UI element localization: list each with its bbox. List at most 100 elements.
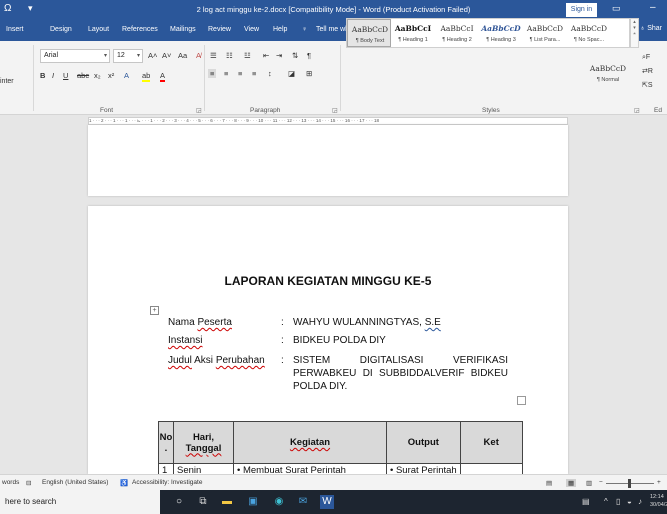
style-list-paragraph[interactable]: AaBbCcD ¶ List Para... <box>523 19 567 47</box>
tab-view[interactable]: View <box>244 26 259 33</box>
align-center-icon[interactable]: ≡ <box>224 69 228 78</box>
shading-icon[interactable]: ◪ <box>288 69 295 78</box>
borders-icon[interactable]: ⊞ <box>306 69 312 78</box>
taskbar-search[interactable]: here to search <box>0 490 160 514</box>
multilevel-list-icon[interactable]: ☳ <box>244 51 251 60</box>
style-name: ¶ No Spac... <box>573 37 605 43</box>
style-heading-1[interactable]: AaBbCcI ¶ Heading 1 <box>391 19 435 47</box>
increase-indent-icon[interactable]: ⇥ <box>276 51 282 60</box>
cell-ket[interactable] <box>459 463 523 474</box>
horizontal-ruler[interactable]: 1 · · · 2 · · · 1 · · · 1 · · · ⊾ · · · … <box>88 117 568 125</box>
strikethrough-button[interactable]: abc <box>77 71 89 80</box>
field-colon: : <box>281 317 284 328</box>
chevron-up-icon[interactable]: ^ <box>604 497 608 506</box>
dialog-launcher-icon[interactable]: ◲ <box>196 107 202 114</box>
language-status[interactable]: English (United States) <box>42 479 108 486</box>
edge-icon[interactable]: ◉ <box>272 495 286 509</box>
tab-layout[interactable]: Layout <box>88 26 109 33</box>
page-current[interactable]: LAPORAN KEGIATAN MINGGU KE-5 + Nama Pese… <box>88 206 568 474</box>
mail-icon[interactable]: ✉ <box>296 495 310 509</box>
cell-no[interactable]: 1 <box>158 463 174 474</box>
tab-mailings[interactable]: Mailings <box>170 26 196 33</box>
cell-hari[interactable]: Senin <box>173 463 234 474</box>
more-styles-icon[interactable]: ⩡ <box>631 31 638 37</box>
share-button[interactable]: ♁ Shar <box>640 25 662 32</box>
shrink-font-button[interactable]: A˅ <box>162 51 171 60</box>
dialog-launcher-icon[interactable]: ◲ <box>634 107 640 114</box>
dialog-launcher-icon[interactable]: ◲ <box>332 107 338 114</box>
decrease-indent-icon[interactable]: ⇤ <box>263 51 269 60</box>
underline-button[interactable]: U <box>63 71 68 80</box>
volume-icon[interactable]: ♪ <box>638 497 642 506</box>
store-icon[interactable]: ▣ <box>246 495 260 509</box>
minimize-button[interactable]: – <box>650 2 656 13</box>
find-button[interactable]: ⌕F <box>642 54 650 62</box>
judul-line-2: PERWABKEU DI SUBBIDDALVERIF BIDKEU <box>293 368 508 379</box>
grow-font-button[interactable]: A˄ <box>148 51 157 60</box>
align-left-icon[interactable]: ≡ <box>208 69 217 78</box>
zoom-in-button[interactable]: + <box>657 479 661 486</box>
print-layout-icon[interactable]: ▦ <box>566 479 577 487</box>
style-body-text[interactable]: AaBbCcD ¶ Body Text <box>347 19 391 47</box>
task-view-icon[interactable]: ⧉ <box>196 495 210 509</box>
font-name-select[interactable]: Arial ▾ <box>40 49 110 63</box>
font-size-select[interactable]: 12 ▾ <box>113 49 143 63</box>
bullets-icon[interactable]: ☰ <box>210 51 217 60</box>
network-icon[interactable]: ◒ <box>627 497 632 506</box>
cell-output[interactable]: • Surat Perintah <box>386 463 461 474</box>
zoom-slider-thumb[interactable] <box>628 479 631 488</box>
taskbar-clock[interactable]: 12:14 30/04/2 <box>650 493 667 509</box>
font-color-button[interactable]: A <box>160 71 166 82</box>
format-painter-button[interactable]: inter <box>0 78 14 85</box>
highlight-color-button[interactable]: ab <box>142 71 151 82</box>
italic-button[interactable]: I <box>52 71 54 80</box>
zoom-out-button[interactable]: − <box>599 479 603 486</box>
line-spacing-icon[interactable]: ↕ <box>268 69 272 78</box>
cell-kegiatan[interactable]: • Membuat Surat Perintah <box>233 463 387 474</box>
find-label: F <box>645 54 651 61</box>
bold-button[interactable]: B <box>40 71 45 80</box>
read-mode-icon[interactable]: ▤ <box>546 479 552 487</box>
tab-design[interactable]: Design <box>50 26 72 33</box>
select-button[interactable]: ⇱S <box>642 81 653 89</box>
header-hari-line2: Tanggal <box>185 442 222 454</box>
battery-icon[interactable]: ▯ <box>616 497 620 506</box>
tab-insert[interactable]: Insert <box>6 26 24 33</box>
change-case-button[interactable]: Aa <box>178 51 187 60</box>
superscript-button[interactable]: x² <box>108 71 114 80</box>
field-value-nama-peserta: WAHYU WULANNINGTYAS, S.E <box>293 317 441 328</box>
justify-icon[interactable]: ≡ <box>252 69 256 78</box>
layout-options-icon[interactable] <box>517 396 526 405</box>
accessibility-status[interactable]: Accessibility: Investigate <box>132 479 202 486</box>
word-app-icon[interactable]: W <box>320 495 334 509</box>
numbering-icon[interactable]: ☷ <box>226 51 233 60</box>
accessibility-icon[interactable]: ♿ <box>120 479 128 487</box>
table-move-handle-icon[interactable]: + <box>150 306 159 315</box>
tab-review[interactable]: Review <box>208 26 231 33</box>
style-no-spacing[interactable]: AaBbCcD ¶ No Spac... <box>567 19 611 47</box>
text-effects-button[interactable]: A <box>124 71 129 80</box>
styles-gallery-scroll[interactable]: ▴ ▾ ⩡ <box>630 18 639 48</box>
file-explorer-icon[interactable]: ▬ <box>220 495 234 509</box>
style-normal[interactable]: AaBbCcD ¶ Normal <box>586 59 630 87</box>
field-value-instansi: BIDKEU POLDA DIY <box>293 335 386 346</box>
cortana-icon[interactable]: ○ <box>172 495 186 509</box>
tab-references[interactable]: References <box>122 26 158 33</box>
subscript-button[interactable]: x₂ <box>94 71 101 80</box>
style-heading-3[interactable]: AaBbCcD ¶ Heading 3 <box>479 19 523 47</box>
sign-in-button[interactable]: Sign in <box>566 3 597 17</box>
style-heading-2[interactable]: AaBbCcI ¶ Heading 2 <box>435 19 479 47</box>
align-right-icon[interactable]: ≡ <box>238 69 242 78</box>
sort-icon[interactable]: ⇅ <box>292 51 298 60</box>
word-count[interactable]: words <box>2 479 19 486</box>
style-name: ¶ Heading 2 <box>442 37 472 43</box>
style-preview: AaBbCcD <box>351 25 389 34</box>
tab-help[interactable]: Help <box>273 26 287 33</box>
ribbon-display-icon[interactable]: ▭ <box>612 3 621 14</box>
replace-button[interactable]: ⇄R <box>642 67 653 75</box>
clear-formatting-button[interactable]: A̸ <box>196 51 201 60</box>
notification-tray-icon[interactable]: ▤ <box>582 497 590 506</box>
show-formatting-icon[interactable]: ¶ <box>307 51 311 60</box>
proofing-icon[interactable]: ⊟ <box>26 479 31 487</box>
web-layout-icon[interactable]: ▥ <box>586 479 592 487</box>
